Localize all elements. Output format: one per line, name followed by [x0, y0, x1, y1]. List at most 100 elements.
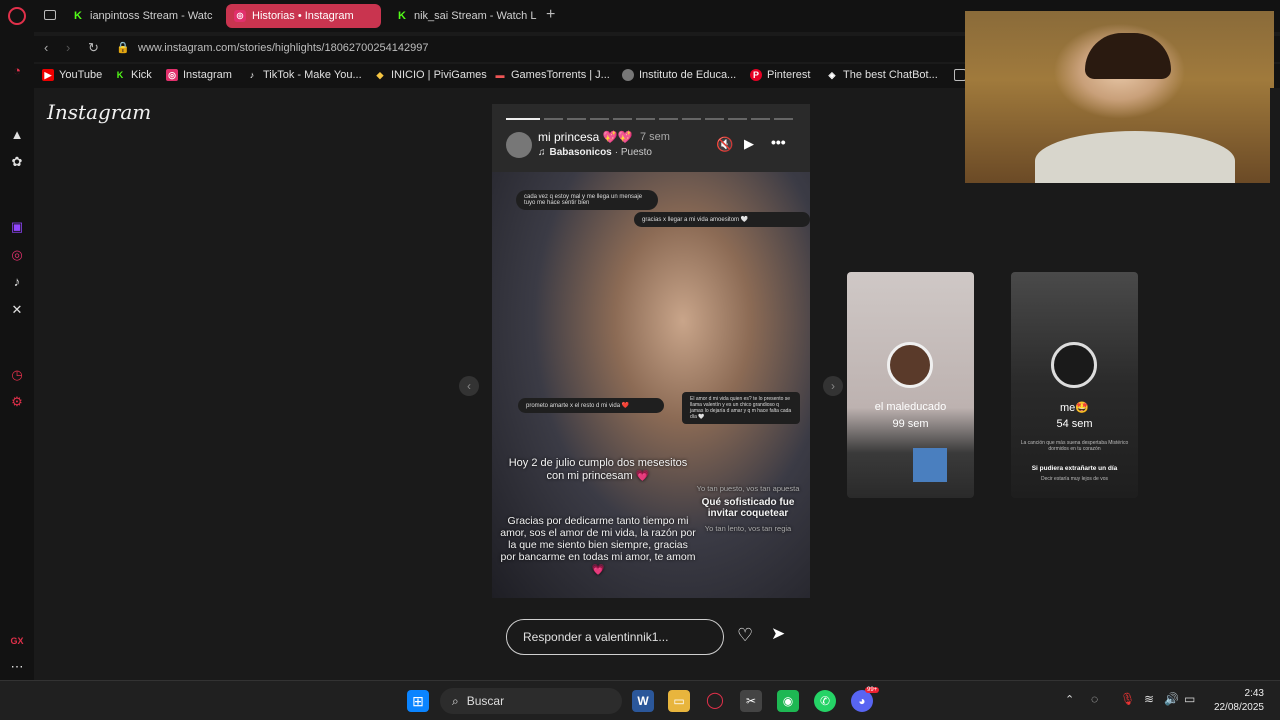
battery-icon[interactable]: ▭ [1184, 692, 1195, 706]
webcam-overlay [965, 11, 1274, 183]
clock-time[interactable]: 2:43 [1206, 688, 1264, 699]
thumb-username: el maleducado [874, 401, 947, 413]
reload-icon[interactable]: ↻ [88, 40, 99, 56]
story-song[interactable]: ♫ Babasonicos · Puesto [538, 147, 652, 158]
bookmark-gamestorrents[interactable]: ▬ GamesTorrents | J... [494, 69, 610, 81]
avatar [1051, 342, 1097, 388]
lyric-line-1: Yo tan puesto, vos tan apuesta [696, 484, 800, 493]
chatbot-icon: ◈ [828, 70, 836, 80]
windows-start-icon[interactable]: ⊞ [407, 690, 429, 712]
gx-control-label[interactable]: GX [8, 632, 26, 650]
taskbar-search[interactable]: ⌕ Buscar [440, 688, 622, 714]
pinterest-icon: P [750, 69, 762, 81]
search-icon: ⌕ [452, 694, 459, 708]
chat-bubble: cada vez q estoy mal y me llega un mensa… [516, 190, 658, 210]
clock-date[interactable]: 22/08/2025 [1206, 702, 1264, 713]
tiktok-icon[interactable]: ♪ [8, 273, 26, 291]
bookmark-instagram[interactable]: ◎ Instagram [166, 69, 232, 81]
twitch-icon[interactable]: ▣ [8, 218, 26, 236]
lock-icon: 🔒 [116, 42, 130, 54]
more-icon[interactable]: ⋯ [8, 658, 26, 676]
next-story-thumb[interactable]: me🤩 54 sem La canción que más suena desp… [1011, 272, 1138, 498]
chat-bubble: gracias x llegar a mi vida amoesitom 🤍 [634, 212, 810, 227]
story-username[interactable]: mi princesa 💖💖 [538, 130, 633, 144]
avatar[interactable] [506, 132, 532, 158]
mute-icon[interactable]: 🔇 [716, 136, 733, 153]
file-explorer-icon[interactable]: ▭ [668, 690, 690, 712]
story-progress-bar [544, 118, 794, 120]
gamestorrents-icon: ▬ [495, 70, 505, 80]
bookmark-tiktok[interactable]: ♪ TikTok - Make You... [246, 69, 362, 81]
sidebar: ◔ ▲ ✿ ▣ ◎ ♪ ✕ ◷ ⚙ GX ⋯ [0, 32, 34, 680]
bookmark-pivigames[interactable]: ◆ INICIO | PiviGames [374, 69, 487, 81]
discord-icon[interactable]: ◕ [851, 690, 873, 712]
tab-ianpintoss[interactable]: Kianpintoss Stream - Watc [64, 4, 218, 28]
volume-icon[interactable]: 🔊 [1164, 692, 1179, 706]
lyric-line-2: Qué sofisticado fue invitar coquetear [701, 497, 795, 519]
x-icon[interactable]: ✕ [8, 301, 26, 319]
opera-gx-logo-icon[interactable] [8, 7, 26, 25]
aria-icon[interactable]: ▲ [8, 126, 26, 144]
tray-chevron-icon[interactable]: ⌃ [1065, 693, 1074, 706]
bookmark-pinterest[interactable]: P Pinterest [750, 69, 810, 81]
chatgpt-icon[interactable]: ✿ [8, 153, 26, 171]
history-icon[interactable]: ◷ [8, 366, 26, 384]
instagram-icon: ◎ [234, 10, 246, 22]
like-icon[interactable]: ♡ [737, 625, 753, 646]
kick-icon: K [74, 10, 82, 22]
microphone-icon[interactable]: 🎙 [1120, 692, 1135, 706]
thumb-image [913, 448, 947, 482]
more-options-icon[interactable]: ••• [771, 134, 786, 150]
thumb-username: me🤩 [1060, 402, 1089, 414]
thumb-text: Si pudiera extrañarte un día [1031, 465, 1118, 472]
tab-islands-icon[interactable] [44, 10, 56, 20]
opera-gx-icon[interactable]: ◯ [704, 690, 726, 712]
play-icon[interactable]: ▶ [744, 136, 754, 152]
scrollbar[interactable] [1270, 88, 1280, 680]
story-caption-2: Gracias por dedicarme tanto tiempo mi am… [500, 515, 696, 576]
avatar [887, 342, 933, 388]
speed-dial-icon[interactable]: ◔ [8, 62, 26, 80]
tab-nik-sai[interactable]: Knik_sai Stream - Watch L [388, 4, 538, 28]
story-caption-1: Hoy 2 de julio cumplo dos mesesitos con … [508, 457, 688, 482]
instagram-icon: ◎ [166, 69, 178, 81]
pivigames-icon: ◆ [376, 70, 384, 80]
next-story-thumb[interactable]: el maleducado 99 sem [847, 272, 974, 498]
music-icon: ♫ [538, 147, 546, 158]
bookmark-kick[interactable]: K Kick [114, 69, 152, 81]
bookmark-chatbot[interactable]: ◈ The best ChatBot... [826, 69, 938, 81]
settings-icon[interactable]: ⚙ [8, 393, 26, 411]
whatsapp-icon[interactable]: ✆ [814, 690, 836, 712]
back-icon[interactable]: ‹ [44, 40, 48, 55]
webcam-shirt [1035, 131, 1235, 183]
story-progress-segment [506, 118, 540, 120]
youtube-icon: ▶ [42, 69, 54, 81]
url-field[interactable]: www.instagram.com/stories/highlights/180… [138, 42, 428, 54]
prev-story-icon[interactable]: ‹ [459, 376, 479, 396]
bookmark-youtube[interactable]: ▶ YouTube [42, 69, 102, 81]
tab-instagram[interactable]: ◎ Historias • Instagram [226, 4, 381, 28]
chat-bubble: prometo amarte x el resto d mi vida ❤️ [518, 398, 664, 413]
notification-badge: 99+ [865, 687, 880, 693]
forward-icon[interactable]: › [66, 40, 70, 55]
wifi-icon[interactable]: ≋ [1144, 692, 1154, 706]
reply-input[interactable]: Responder a valentinnik1... [506, 619, 724, 655]
snipping-tool-icon[interactable]: ✂ [740, 690, 762, 712]
instagram-logo[interactable]: Instagram [47, 100, 151, 124]
share-icon[interactable]: ➤ [771, 624, 785, 644]
thumb-text: Decir estaría muy lejos de vos [1041, 476, 1108, 482]
word-icon[interactable]: W [632, 690, 654, 712]
new-tab-icon[interactable]: + [546, 6, 555, 24]
kick-icon: K [398, 10, 406, 22]
instagram-icon[interactable]: ◎ [8, 246, 26, 264]
tiktok-icon: ♪ [249, 70, 255, 80]
next-story-icon[interactable]: › [823, 376, 843, 396]
tray-app-icon[interactable]: ◌ [1091, 692, 1098, 706]
thumb-time: 99 sem [892, 418, 929, 430]
lyric-line-3: Yo tan lento, vos tan regia [704, 524, 792, 533]
thumb-time: 54 sem [1056, 418, 1093, 430]
chat-bubble: El amor d mi vida quien es? te lo presen… [682, 392, 800, 424]
bookmark-instituto[interactable]: Instituto de Educa... [622, 69, 736, 81]
game-app-icon[interactable]: ◉ [777, 690, 799, 712]
story-time: 7 sem [640, 131, 670, 143]
